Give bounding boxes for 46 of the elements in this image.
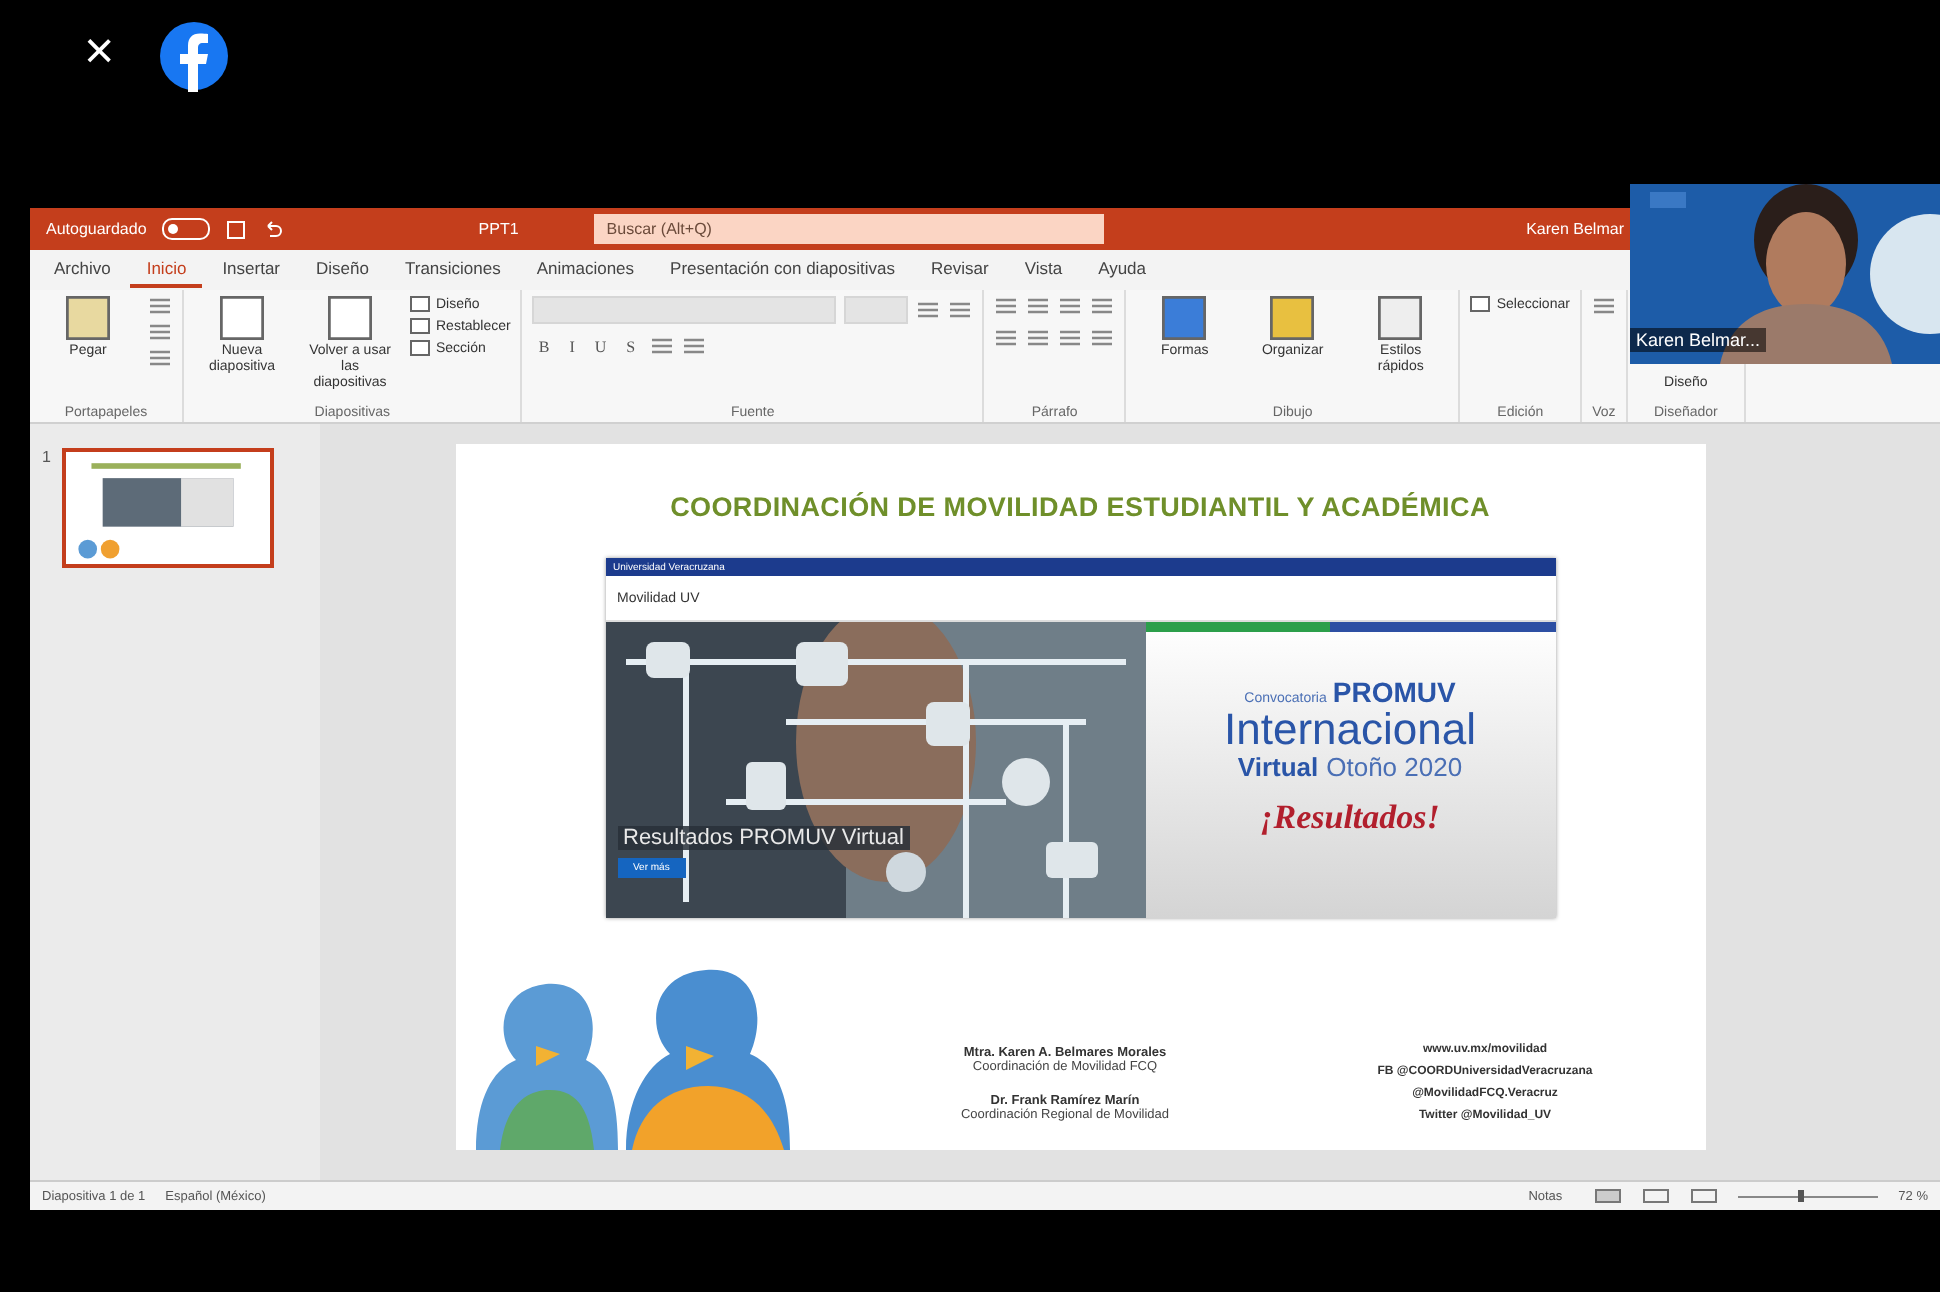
square-icon [1270, 296, 1315, 340]
promo-mode: Virtual [1237, 752, 1319, 782]
ribbon-tab[interactable]: Transiciones [388, 252, 517, 288]
ribbon-tab[interactable]: Revisar [915, 252, 1005, 288]
sorter-view-icon[interactable] [1642, 1188, 1671, 1204]
file-name: PPT1 [478, 220, 519, 238]
format-button[interactable]: U [588, 337, 613, 355]
photo-caption: Resultados PROMUV Virtual [617, 826, 910, 850]
normal-view-icon[interactable] [1594, 1188, 1623, 1204]
search-field[interactable]: Buscar (Alt+Q) [594, 214, 1105, 244]
ribbon-tab[interactable]: Vista [1008, 252, 1079, 288]
font-name-field[interactable] [532, 296, 837, 324]
promo-headline: Internacional [1224, 708, 1476, 752]
square-icon [220, 296, 264, 340]
ribbon-tab[interactable]: Presentación con diapositivas [654, 252, 911, 288]
slide-thumbnail[interactable] [62, 448, 275, 568]
bullets-icon[interactable] [994, 296, 1019, 316]
close-button[interactable]: × [76, 20, 123, 80]
reading-view-icon[interactable] [1690, 1188, 1719, 1204]
promo-term: Otoño 2020 [1326, 752, 1463, 782]
ribbon-tab[interactable]: Archivo [38, 252, 127, 288]
format-button[interactable]: S [620, 337, 642, 355]
ribbon-tab[interactable]: Animaciones [520, 252, 651, 288]
promo-brand: PROMUV [1332, 676, 1456, 708]
autosave-toggle[interactable] [162, 218, 211, 240]
zoom-slider[interactable] [1738, 1188, 1879, 1204]
format-button[interactable]: I [563, 337, 581, 355]
autosave-label: Autoguardado [46, 220, 147, 238]
square-icon [66, 296, 110, 340]
user-name: Karen Belmar [1526, 220, 1624, 238]
rectangle-icon [1470, 296, 1491, 312]
ribbon-tab[interactable]: Diseño [300, 252, 385, 288]
square-icon [1378, 296, 1423, 340]
facebook-icon[interactable] [158, 20, 231, 92]
save-icon[interactable] [226, 219, 247, 239]
square-icon [328, 296, 372, 340]
slide-number: 1 [42, 448, 51, 466]
slide-title: COORDINACIÓN DE MOVILIDAD ESTUDIANTIL Y ACADÉMICA [670, 492, 1490, 522]
participant-name: Karen Belmar... [1630, 328, 1767, 352]
font-size-field[interactable] [844, 296, 909, 324]
undo-icon[interactable] [262, 219, 283, 239]
ribbon-tab[interactable]: Ayuda [1082, 252, 1163, 288]
ribbon-tab[interactable]: Insertar [206, 252, 297, 288]
promo-result: ¡Resultados! [1260, 798, 1440, 838]
square-icon [1162, 296, 1207, 340]
format-button[interactable]: B [532, 337, 556, 355]
